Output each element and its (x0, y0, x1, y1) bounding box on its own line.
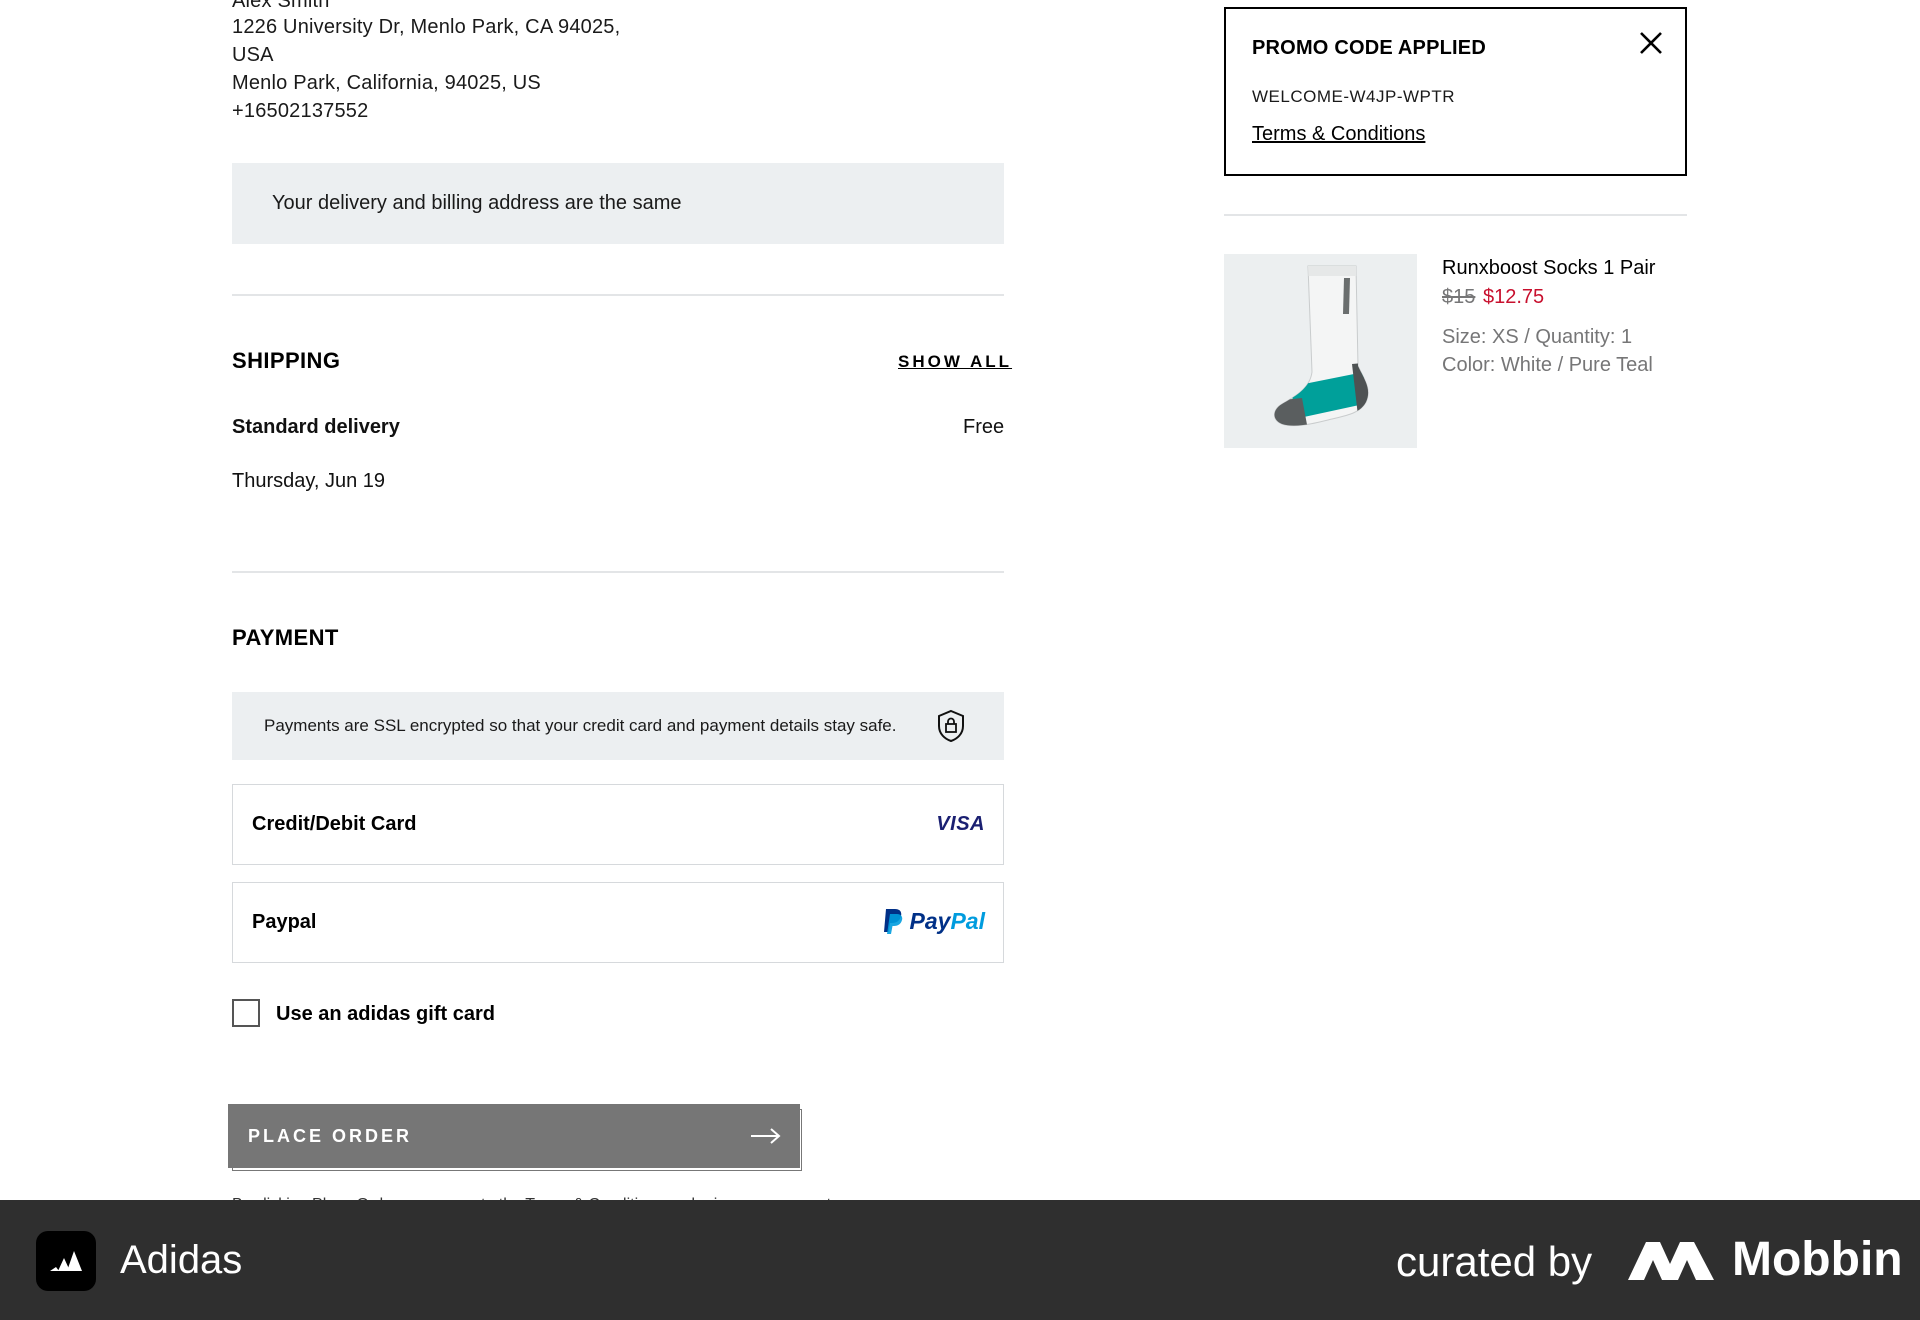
shipping-price: Free (963, 416, 1005, 438)
promo-terms-link[interactable]: Terms & Conditions (1252, 123, 1425, 146)
divider (1224, 214, 1687, 216)
same-address-notice: Your delivery and billing address are th… (232, 163, 1004, 244)
place-order-button[interactable]: PLACE ORDER (228, 1104, 800, 1168)
ssl-notice: Payments are SSL encrypted so that your … (232, 692, 1004, 760)
address-line-2: USA (232, 44, 274, 66)
payment-title: PAYMENT (232, 625, 339, 650)
product-image[interactable] (1224, 254, 1417, 448)
promo-code: WELCOME-W4JP-WPTR (1252, 87, 1456, 106)
show-all-link[interactable]: SHOW ALL (898, 352, 1012, 372)
footer-bar: Adidas curated by Mobbin (0, 1200, 1920, 1320)
address-line-1: 1226 University Dr, Menlo Park, CA 94025… (232, 16, 621, 38)
address-line-3: Menlo Park, California, 94025, US (232, 72, 541, 94)
mobbin-logo-icon (1628, 1242, 1714, 1280)
visa-logo: VISA (936, 813, 985, 835)
payment-option-card-label: Credit/Debit Card (252, 813, 417, 835)
divider (232, 294, 1004, 296)
payment-option-paypal-label: Paypal (252, 911, 317, 933)
product-price-original: $15 (1442, 286, 1476, 308)
shield-lock-icon (938, 709, 964, 743)
paypal-icon (883, 909, 902, 934)
shipping-method: Standard delivery (232, 416, 400, 438)
curated-by-text: curated by (1396, 1238, 1593, 1285)
promo-title: PROMO CODE APPLIED (1252, 37, 1486, 59)
product-price-sale: $12.75 (1483, 286, 1545, 308)
same-address-text: Your delivery and billing address are th… (272, 192, 682, 214)
place-order-label: PLACE ORDER (248, 1126, 413, 1146)
close-icon[interactable] (1637, 29, 1665, 57)
adidas-app-icon (36, 1231, 96, 1291)
address-phone: +16502137552 (232, 100, 369, 122)
mobbin-wordmark: Mobbin (1732, 1233, 1903, 1286)
arrow-right-icon (751, 1128, 781, 1144)
delivery-date: Thursday, Jun 19 (232, 470, 386, 492)
payment-option-paypal[interactable]: Paypal PayPal (232, 882, 1004, 963)
gift-card-label[interactable]: Use an adidas gift card (276, 1003, 495, 1026)
product-name[interactable]: Runxboost Socks 1 Pair (1442, 257, 1655, 280)
ssl-notice-text: Payments are SSL encrypted so that your … (264, 716, 897, 735)
footer-app-name: Adidas (120, 1238, 243, 1282)
place-order-legal-text: By clicking Place Order, you agree to th… (232, 1190, 831, 1200)
gift-card-checkbox[interactable] (232, 999, 260, 1027)
product-color: Color: White / Pure Teal (1442, 354, 1653, 376)
paypal-logo: PayPal (882, 905, 985, 937)
adidas-logo-icon (50, 1251, 82, 1271)
address-name: Alex Smith (232, 0, 330, 12)
product-size-quantity: Size: XS / Quantity: 1 (1442, 326, 1633, 348)
divider (232, 571, 1004, 573)
promo-code-box: PROMO CODE APPLIED WELCOME-W4JP-WPTR Ter… (1224, 7, 1687, 176)
payment-option-card[interactable]: Credit/Debit Card VISA (232, 784, 1004, 865)
sock-image (1274, 265, 1369, 427)
paypal-wordmark: PayPal (909, 907, 985, 934)
shipping-title: SHIPPING (232, 348, 341, 373)
